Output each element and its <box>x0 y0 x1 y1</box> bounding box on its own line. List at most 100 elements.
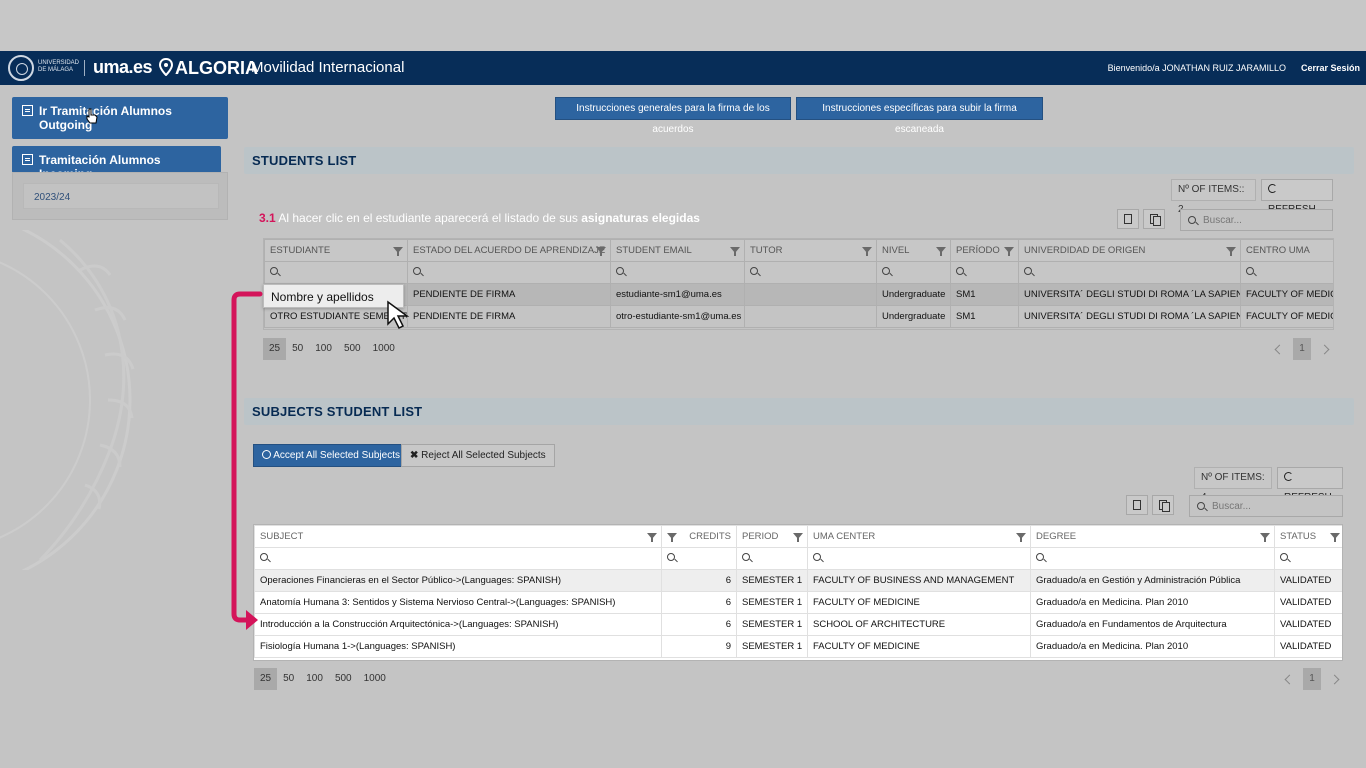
cell-center[interactable]: FACULTY OF BUSINESS AND MANAGEMENT <box>807 569 1031 592</box>
filter-icon[interactable] <box>393 247 403 256</box>
cell-status[interactable]: VALIDATED <box>1274 613 1342 636</box>
table-row[interactable]: Introducción a la Construcción Arquitect… <box>254 613 1342 636</box>
page-size-option[interactable]: 500 <box>338 338 367 360</box>
chevron-right-icon[interactable] <box>1319 344 1330 354</box>
cell-degree[interactable]: Graduado/a en Medicina. Plan 2010 <box>1030 635 1275 658</box>
col-header[interactable]: DEGREE <box>1030 525 1275 548</box>
cell-degree[interactable]: Graduado/a en Gestión y Administración P… <box>1030 569 1275 592</box>
cell-subject[interactable]: Anatomía Humana 3: Sentidos y Sistema Ne… <box>254 591 662 614</box>
col-header[interactable]: NIVEL <box>876 239 951 262</box>
cell-center[interactable]: SCHOOL OF ARCHITECTURE <box>807 613 1031 636</box>
cell-status[interactable]: VALIDATED <box>1274 569 1342 592</box>
cell-center[interactable]: FACULTY OF MEDICINE <box>807 591 1031 614</box>
cell-status[interactable]: PENDIENTE DE FIRMA <box>407 305 611 328</box>
col-header[interactable]: TUTOR <box>744 239 877 262</box>
cell-subject[interactable]: Fisiología Humana 1->(Languages: SPANISH… <box>254 635 662 658</box>
col-header[interactable]: ESTADO DEL ACUERDO DE APRENDIZAJE <box>407 239 611 262</box>
col-header[interactable]: STUDENT EMAIL <box>610 239 745 262</box>
col-header[interactable]: UNIVERDIDAD DE ORIGEN <box>1018 239 1241 262</box>
filter-cell[interactable] <box>736 547 808 570</box>
table-row[interactable]: Anatomía Humana 3: Sentidos y Sistema Ne… <box>254 591 1342 614</box>
go-outgoing-button[interactable]: Ir Tramitación Alumnos Outgoing <box>12 97 228 139</box>
cell-status[interactable]: PENDIENTE DE FIRMA <box>407 283 611 306</box>
cell-tutor[interactable] <box>744 283 877 306</box>
table-row[interactable]: PENDIENTE DE FIRMA estudiante-sm1@uma.es… <box>264 283 1333 306</box>
table-row[interactable]: Fisiología Humana 1->(Languages: SPANISH… <box>254 635 1342 658</box>
table-row[interactable]: Operaciones Financieras en el Sector Púb… <box>254 569 1342 592</box>
filter-cell[interactable] <box>876 261 951 284</box>
cell-period[interactable]: SEMESTER 1 <box>736 613 808 636</box>
cell-level[interactable]: Undergraduate <box>876 305 951 328</box>
page-size-option[interactable]: 1000 <box>358 668 392 690</box>
algoria-logo[interactable]: ALGORIA <box>175 58 258 79</box>
cell-credits[interactable]: 6 <box>661 613 737 636</box>
col-header[interactable]: CREDITS <box>661 525 737 548</box>
page-size-option[interactable]: 1000 <box>367 338 401 360</box>
subjects-export-button[interactable] <box>1126 495 1148 515</box>
filter-icon[interactable] <box>730 247 740 256</box>
subjects-search-input[interactable]: Buscar... <box>1189 495 1343 517</box>
filter-cell[interactable] <box>407 261 611 284</box>
subjects-column-chooser-button[interactable] <box>1152 495 1174 515</box>
page-size-option[interactable]: 25 <box>254 668 278 690</box>
students-export-button[interactable] <box>1117 209 1139 229</box>
cell-origin[interactable]: UNIVERSITA´ DEGLI STUDI DI ROMA ´LA SAPI… <box>1018 283 1241 306</box>
cell-center[interactable]: FACULTY OF MEDICINE <box>1240 283 1333 306</box>
cell-period[interactable]: SEMESTER 1 <box>736 591 808 614</box>
cell-period[interactable]: SEMESTER 1 <box>736 635 808 658</box>
filter-icon[interactable] <box>1016 533 1026 542</box>
filter-icon[interactable] <box>862 247 872 256</box>
cell-period[interactable]: SM1 <box>950 305 1019 328</box>
filter-cell[interactable] <box>610 261 745 284</box>
page-size-option[interactable]: 100 <box>300 668 329 690</box>
col-header[interactable]: SUBJECT <box>254 525 662 548</box>
col-header[interactable]: UMA CENTER <box>807 525 1031 548</box>
cell-subject[interactable]: Introducción a la Construcción Arquitect… <box>254 613 662 636</box>
filter-cell[interactable] <box>744 261 877 284</box>
incoming-tab-button[interactable]: Tramitación Alumnos Incoming <box>12 146 221 181</box>
reject-all-button[interactable]: ✖ Reject All Selected Subjects <box>401 444 555 467</box>
col-header[interactable]: STATUS <box>1274 525 1342 548</box>
specific-instructions-button[interactable]: Instrucciones específicas para subir la … <box>796 97 1043 135</box>
general-instructions-button[interactable]: Instrucciones generales para la firma de… <box>555 97 791 135</box>
subjects-refresh-button[interactable]: REFRESH <box>1277 467 1343 503</box>
page-size-option[interactable]: 100 <box>309 338 338 360</box>
cell-center[interactable]: FACULTY OF MEDICINE <box>807 635 1031 658</box>
umaes-logo[interactable]: uma.es <box>93 57 153 78</box>
filter-cell[interactable] <box>807 547 1031 570</box>
academic-year-item[interactable]: 2023/24 <box>23 183 219 209</box>
cell-origin[interactable]: UNIVERSITA´ DEGLI STUDI DI ROMA ´LA SAPI… <box>1018 305 1241 328</box>
filter-cell[interactable] <box>264 261 408 284</box>
cell-email[interactable]: estudiante-sm1@uma.es <box>610 283 745 306</box>
students-search-input[interactable]: Buscar... <box>1180 209 1333 231</box>
page-number[interactable]: 1 <box>1293 338 1311 360</box>
filter-icon[interactable] <box>936 247 946 256</box>
filter-cell[interactable] <box>1274 547 1342 570</box>
col-header[interactable]: PERIOD <box>736 525 808 548</box>
filter-cell[interactable] <box>1240 261 1333 284</box>
filter-cell[interactable] <box>950 261 1019 284</box>
page-size-option[interactable]: 50 <box>286 338 309 360</box>
filter-cell[interactable] <box>1030 547 1275 570</box>
cell-degree[interactable]: Graduado/a en Fundamentos de Arquitectur… <box>1030 613 1275 636</box>
col-header[interactable]: PERÍODO <box>950 239 1019 262</box>
cell-credits[interactable]: 6 <box>661 569 737 592</box>
col-header[interactable]: CENTRO UMA <box>1240 239 1333 262</box>
filter-icon[interactable] <box>667 533 677 542</box>
cell-credits[interactable]: 9 <box>661 635 737 658</box>
chevron-right-icon[interactable] <box>1329 674 1340 684</box>
students-column-chooser-button[interactable] <box>1143 209 1165 229</box>
cell-level[interactable]: Undergraduate <box>876 283 951 306</box>
filter-cell[interactable] <box>1018 261 1241 284</box>
col-header[interactable]: ESTUDIANTE <box>264 239 408 262</box>
filter-icon[interactable] <box>1226 247 1236 256</box>
students-refresh-button[interactable]: REFRESH <box>1261 179 1333 215</box>
cell-subject[interactable]: Operaciones Financieras en el Sector Púb… <box>254 569 662 592</box>
filter-cell[interactable] <box>661 547 737 570</box>
chevron-left-icon[interactable] <box>1274 344 1285 354</box>
filter-icon[interactable] <box>1330 533 1340 542</box>
filter-icon[interactable] <box>793 533 803 542</box>
logout-link[interactable]: Cerrar Sesión <box>1301 63 1360 73</box>
cell-status[interactable]: VALIDATED <box>1274 591 1342 614</box>
filter-icon[interactable] <box>1004 247 1014 256</box>
